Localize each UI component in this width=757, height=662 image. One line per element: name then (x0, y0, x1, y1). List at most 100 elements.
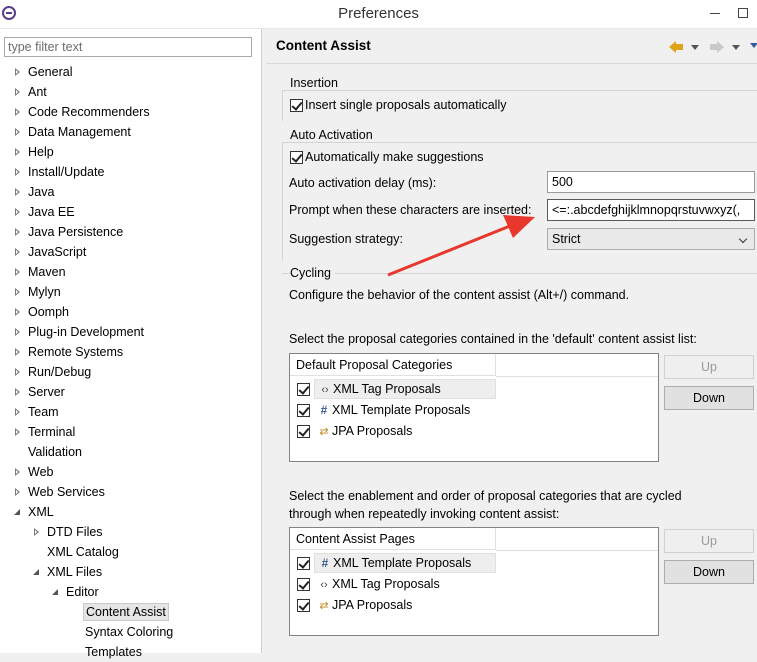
cycled-down-button[interactable]: Down (664, 560, 754, 584)
cycling-group-border (282, 273, 757, 274)
tree-item-label: Validation (28, 445, 82, 459)
tree-item-label: Maven (28, 265, 66, 279)
tree-item-label: Mylyn (28, 285, 61, 299)
list-item-checkbox[interactable] (297, 425, 310, 438)
tree-item-label: Server (28, 385, 65, 399)
tree-item-label: Templates (85, 645, 142, 659)
list-item-label: JPA Proposals (332, 424, 413, 438)
back-menu-chevron-icon[interactable] (691, 45, 699, 51)
tree-item-label: DTD Files (47, 525, 103, 539)
activation-delay-input[interactable]: 500 (547, 171, 755, 193)
tree-item-label: XML Files (47, 565, 103, 579)
suggestion-strategy-select[interactable]: Strict (547, 228, 755, 250)
make-suggestions-label: Automatically make suggestions (305, 150, 484, 164)
list-item-label: JPA Proposals (332, 598, 413, 612)
suggestion-strategy-value: Strict (552, 232, 581, 246)
default-up-button[interactable]: Up (664, 355, 754, 379)
make-suggestions-checkbox[interactable] (290, 151, 303, 164)
insert-single-checkbox[interactable] (290, 99, 303, 112)
tree-item-label: Terminal (28, 425, 76, 439)
tree-collapsed-icon[interactable] (13, 422, 23, 442)
maximize-button[interactable] (733, 7, 753, 21)
tree-expanded-icon[interactable] (32, 562, 42, 582)
tree-collapsed-icon[interactable] (13, 122, 23, 142)
cycled-list-header-filler (496, 528, 658, 551)
minimize-button[interactable] (705, 7, 725, 19)
tree-expanded-icon[interactable] (13, 502, 23, 522)
tree-collapsed-icon[interactable] (13, 62, 23, 82)
tree-collapsed-icon[interactable] (32, 522, 42, 542)
list-item-entry[interactable]: ‹› XML Tag Proposals (314, 574, 442, 594)
filter-input[interactable] (4, 37, 252, 57)
activation-delay-label: Auto activation delay (ms): (289, 176, 437, 190)
forward-menu-chevron-icon[interactable] (732, 45, 740, 51)
tree-expanded-icon[interactable] (51, 582, 61, 602)
suggestion-strategy-label: Suggestion strategy: (289, 232, 403, 246)
tree-item-label: JavaScript (28, 245, 87, 259)
list-item-entry[interactable]: # XML Template Proposals (314, 553, 496, 573)
tree-collapsed-icon[interactable] (13, 262, 23, 282)
jpa-icon: ⇄ (319, 600, 329, 612)
tree-item-label: Editor (66, 585, 99, 599)
window-title: Preferences (338, 5, 419, 22)
tree-collapsed-icon[interactable] (13, 162, 23, 182)
tree-collapsed-icon[interactable] (13, 322, 23, 342)
cycled-list-header: Content Assist Pages (290, 528, 496, 550)
back-arrow-icon[interactable] (669, 41, 683, 53)
tree-collapsed-icon[interactable] (13, 342, 23, 362)
list-item-label: XML Template Proposals (333, 556, 472, 570)
default-list-header-filler (496, 354, 658, 377)
tree-collapsed-icon[interactable] (13, 222, 23, 242)
view-menu-icon[interactable] (750, 43, 757, 49)
header-separator (266, 63, 757, 64)
list-item-entry[interactable]: ⇄ JPA Proposals (314, 421, 414, 441)
template-icon: # (321, 556, 329, 570)
tree-collapsed-icon[interactable] (13, 102, 23, 122)
tree-collapsed-icon[interactable] (13, 82, 23, 102)
tree-collapsed-icon[interactable] (13, 282, 23, 302)
tree-collapsed-icon[interactable] (13, 482, 23, 502)
cycled-pages-list[interactable]: Content Assist Pages # XML Template Propo… (289, 527, 659, 636)
prompt-characters-input[interactable]: <=:.abcdefghijklmnopqrstuvwxyz(, (547, 199, 755, 221)
default-proposal-list[interactable]: Default Proposal Categories ‹› XML Tag Pr… (289, 353, 659, 462)
xml-tag-icon: ‹› (320, 579, 328, 591)
tree-collapsed-icon[interactable] (13, 202, 23, 222)
tree-item-label: XML (28, 505, 54, 519)
tree-collapsed-icon[interactable] (13, 402, 23, 422)
tree-item-label: Code Recommenders (28, 105, 150, 119)
tree-collapsed-icon[interactable] (13, 182, 23, 202)
insert-single-label: Insert single proposals automatically (305, 98, 507, 112)
forward-arrow-icon[interactable] (710, 41, 724, 53)
list-item-checkbox[interactable] (297, 599, 310, 612)
template-icon: # (320, 403, 328, 417)
tree-collapsed-icon[interactable] (13, 242, 23, 262)
list-item-entry[interactable]: ‹› XML Tag Proposals (314, 379, 496, 399)
tree-collapsed-icon[interactable] (13, 362, 23, 382)
tree-item-label: Web Services (28, 485, 105, 499)
list-item-label: XML Template Proposals (332, 403, 471, 417)
default-list-header: Default Proposal Categories (290, 354, 496, 376)
list-item-checkbox[interactable] (297, 557, 310, 570)
tree-collapsed-icon[interactable] (13, 382, 23, 402)
tree-item-label: Oomph (28, 305, 69, 319)
list-item-checkbox[interactable] (297, 404, 310, 417)
prompt-characters-label: Prompt when these characters are inserte… (289, 203, 532, 217)
tree-collapsed-icon[interactable] (13, 462, 23, 482)
list-item-entry[interactable]: ⇄ JPA Proposals (314, 595, 414, 615)
xml-tag-icon: ‹› (321, 384, 329, 396)
tree-item-label: Help (28, 145, 54, 159)
list-item-entry[interactable]: # XML Template Proposals (314, 400, 472, 420)
tree-item-label: Content Assist (83, 603, 169, 621)
cycling-description: Configure the behavior of the content as… (289, 288, 630, 302)
list-item-checkbox[interactable] (297, 578, 310, 591)
default-down-button[interactable]: Down (664, 386, 754, 410)
tree-item-label: Ant (28, 85, 47, 99)
cycled-up-button[interactable]: Up (664, 529, 754, 553)
cycling-group-title: Cycling (290, 266, 335, 280)
cycled-list-label-line-1: Select the enablement and order of propo… (289, 489, 682, 503)
tree-collapsed-icon[interactable] (13, 142, 23, 162)
list-item-checkbox[interactable] (297, 383, 310, 396)
tree-collapsed-icon[interactable] (13, 302, 23, 322)
tree-item-label: Java Persistence (28, 225, 124, 239)
jpa-icon: ⇄ (319, 426, 329, 438)
